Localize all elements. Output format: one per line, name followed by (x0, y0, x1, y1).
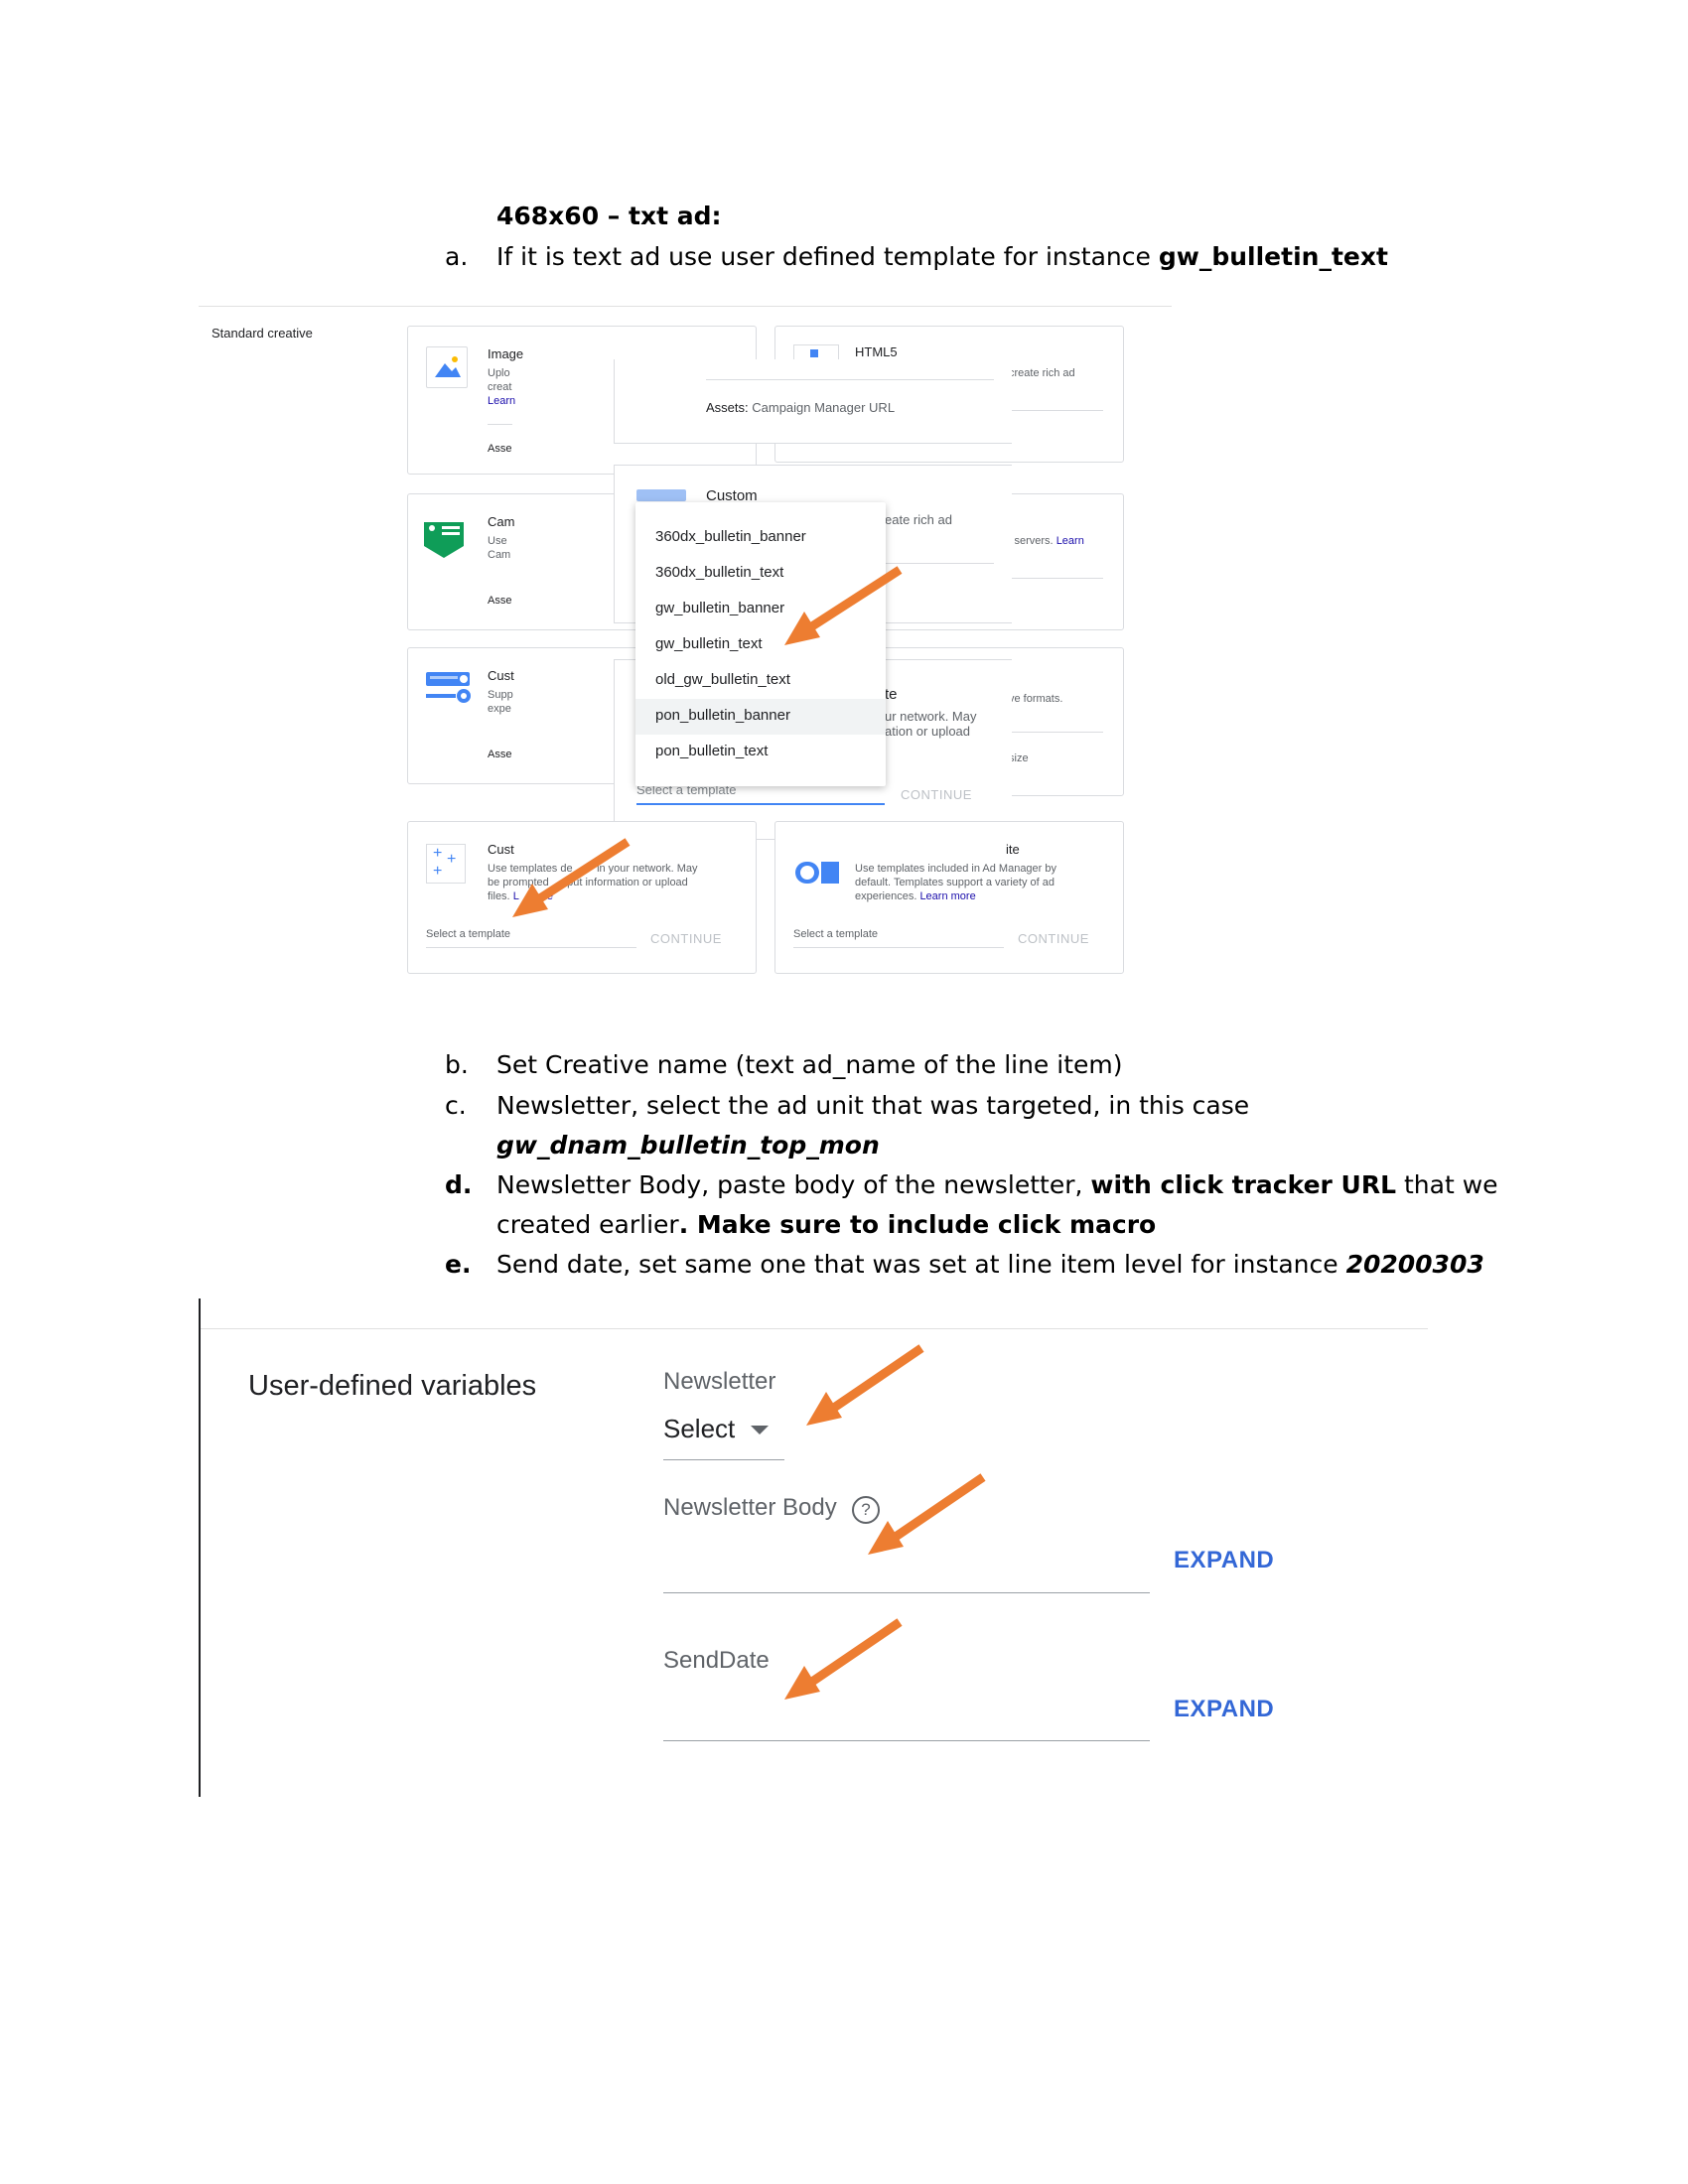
arrow-icon (801, 566, 903, 635)
instruction-c-value: gw_dnam_bulletin_top_mon (496, 1131, 880, 1160)
list-marker-b: b. (445, 1050, 469, 1079)
annotation-arrows (512, 566, 903, 917)
list-marker-c: c. (445, 1091, 467, 1120)
arrow-icon (825, 1344, 924, 1416)
instruction-d-cont: created earlier. Make sure to include cl… (496, 1210, 1157, 1239)
list-marker-d: d. (445, 1170, 473, 1199)
arrow-icon (529, 838, 631, 907)
instruction-d: Newsletter Body, paste body of the newsl… (496, 1170, 1498, 1199)
instruction-c: Newsletter, select the ad unit that was … (496, 1091, 1250, 1120)
annotation-arrows (784, 1344, 986, 1700)
instruction-e: Send date, set same one that was set at … (496, 1250, 1484, 1279)
arrow-icon (887, 1473, 986, 1545)
list-marker-e: e. (445, 1250, 472, 1279)
arrow-icon (803, 1618, 903, 1690)
instruction-b: Set Creative name (text ad_name of the l… (496, 1050, 1123, 1079)
